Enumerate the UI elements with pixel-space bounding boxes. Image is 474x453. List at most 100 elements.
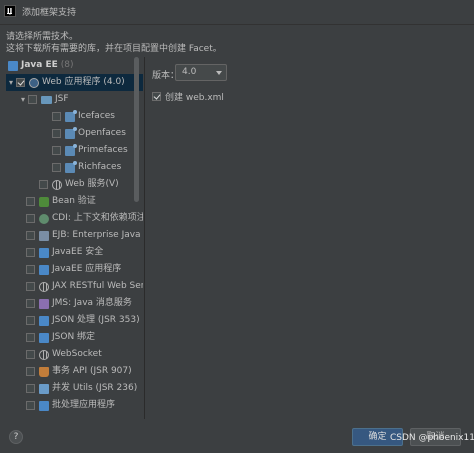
intellij-app-icon: IJ (4, 5, 16, 17)
tree-item-label: Web 应用程序 (4.0) (42, 77, 125, 87)
javaee-icon (39, 247, 49, 258)
tree-item-concurrency[interactable]: 并发 Utils (JSR 236) (26, 380, 137, 397)
jms-icon (39, 298, 49, 309)
globe-icon (39, 349, 49, 360)
javaee-icon (8, 60, 18, 71)
tree-item-icefaces[interactable]: Icefaces (52, 108, 115, 125)
tree-item-label: 并发 Utils (JSR 236) (52, 383, 138, 393)
tree-item-label: Primefaces (78, 145, 128, 155)
tree-item-openfaces[interactable]: Openfaces (52, 125, 126, 142)
icefaces-checkbox[interactable] (52, 112, 61, 121)
transaction-checkbox[interactable] (26, 367, 35, 376)
tree-item-label: EJB: Enterprise Java Beans (52, 230, 143, 240)
plugin-icon (65, 143, 77, 156)
tree-item-richfaces[interactable]: Richfaces (52, 159, 121, 176)
batch-checkbox[interactable] (26, 401, 35, 410)
window-title: 添加框架支持 (22, 8, 77, 18)
jsf-checkbox[interactable] (28, 95, 37, 104)
create-webxml-checkbox[interactable] (152, 92, 161, 101)
tree-item-label: JMS: Java 消息服务 (52, 298, 132, 308)
tree-scrollbar[interactable] (134, 57, 139, 202)
json-icon (39, 315, 49, 326)
tree-item-label: Bean 验证 (52, 196, 96, 206)
tree-item-label: WebSocket (52, 349, 102, 359)
tree-item-label: JSF (55, 94, 69, 104)
title-bar: IJ 添加框架支持 (0, 0, 474, 25)
group-label: Java EE (21, 60, 58, 70)
version-value: 4.0 (182, 67, 197, 77)
tree-item-label: JSON 处理 (JSR 353) (52, 315, 140, 325)
primefaces-checkbox[interactable] (52, 146, 61, 155)
web-app-icon (29, 77, 39, 88)
javaee-app-checkbox[interactable] (26, 265, 35, 274)
tree-item-label: Web 服务(V) (65, 179, 119, 189)
folder-icon (41, 95, 52, 104)
tree-group-javaee[interactable]: Java EE (8) (6, 57, 143, 74)
tree-item-ejb[interactable]: EJB: Enterprise Java Beans (26, 227, 143, 244)
cdi-icon (39, 213, 49, 224)
tree-item-label: JAX RESTful Web Services (52, 281, 143, 291)
jax-rs-checkbox[interactable] (26, 282, 35, 291)
tree-item-label: CDI: 上下文和依赖项注入 (52, 213, 143, 223)
json-icon (39, 332, 49, 343)
coffee-icon (39, 366, 49, 377)
tree-item-cdi[interactable]: CDI: 上下文和依赖项注入 (26, 210, 143, 227)
tree-item-javaee-app[interactable]: JavaEE 应用程序 (26, 261, 121, 278)
tree-item-label: JavaEE 安全 (52, 247, 104, 257)
watermark: CSDN @phoenix1112 (390, 433, 474, 443)
ejb-icon (39, 230, 49, 241)
tree-item-label: JavaEE 应用程序 (52, 264, 122, 274)
tree-item-jax-rs[interactable]: JAX RESTful Web Services (26, 278, 143, 295)
panel-divider[interactable] (144, 57, 145, 419)
create-webxml-option[interactable]: 创建 web.xml (152, 90, 224, 103)
tree-item-javaee-security[interactable]: JavaEE 安全 (26, 244, 103, 261)
javaee-icon (39, 264, 49, 275)
tree-item-batch[interactable]: 批处理应用程序 (26, 397, 115, 414)
plugin-icon (65, 126, 77, 139)
tree-item-primefaces[interactable]: Primefaces (52, 142, 128, 159)
tree-item-json-processing[interactable]: JSON 处理 (JSR 353) (26, 312, 140, 329)
ejb-checkbox[interactable] (26, 231, 35, 240)
tree-item-websocket[interactable]: WebSocket (26, 346, 102, 363)
websocket-checkbox[interactable] (26, 350, 35, 359)
tree-item-label: Openfaces (78, 128, 126, 138)
bean-icon (39, 196, 49, 207)
globe-icon (52, 179, 62, 190)
tree-item-web-app[interactable]: ▾ Web 应用程序 (4.0) (6, 74, 143, 91)
plugin-icon (65, 109, 77, 122)
batch-icon (39, 400, 49, 411)
create-webxml-label: 创建 web.xml (165, 93, 224, 103)
tree-item-json-binding[interactable]: JSON 绑定 (26, 329, 95, 346)
group-count: (8) (60, 60, 74, 70)
version-dropdown[interactable]: 4.0 (175, 64, 227, 81)
tree-item-label: Richfaces (78, 162, 122, 172)
json-binding-checkbox[interactable] (26, 333, 35, 342)
richfaces-checkbox[interactable] (52, 163, 61, 172)
tree-item-label: 批处理应用程序 (52, 400, 116, 410)
concurrency-checkbox[interactable] (26, 384, 35, 393)
jms-checkbox[interactable] (26, 299, 35, 308)
bean-validation-checkbox[interactable] (26, 197, 35, 206)
tree-item-label: 事务 API (JSR 907) (52, 366, 132, 376)
description-line-2: 这将下载所有需要的库，并在项目配置中创建 Facet。 (6, 44, 222, 54)
tree-item-label: JSON 绑定 (52, 332, 96, 342)
expand-arrow-icon[interactable]: ▾ (18, 91, 28, 108)
json-processing-checkbox[interactable] (26, 316, 35, 325)
utils-icon (39, 383, 49, 394)
tree-item-label: Icefaces (78, 111, 115, 121)
tree-item-transaction[interactable]: 事务 API (JSR 907) (26, 363, 132, 380)
tree-item-web-services[interactable]: Web 服务(V) (39, 176, 119, 193)
help-button[interactable]: ? (9, 430, 23, 444)
expand-arrow-icon[interactable]: ▾ (6, 74, 16, 91)
web-app-checkbox[interactable] (16, 78, 25, 87)
tree-item-jms[interactable]: JMS: Java 消息服务 (26, 295, 132, 312)
javaee-security-checkbox[interactable] (26, 248, 35, 257)
globe-icon (39, 281, 49, 292)
tree-item-bean-validation[interactable]: Bean 验证 (26, 193, 96, 210)
web-services-checkbox[interactable] (39, 180, 48, 189)
framework-tree[interactable]: Java EE (8) ▾ Web 应用程序 (4.0) ▾ JSF Icefa… (6, 57, 143, 419)
plugin-icon (65, 160, 77, 173)
openfaces-checkbox[interactable] (52, 129, 61, 138)
tree-item-jsf[interactable]: ▾ JSF (18, 91, 69, 108)
cdi-checkbox[interactable] (26, 214, 35, 223)
